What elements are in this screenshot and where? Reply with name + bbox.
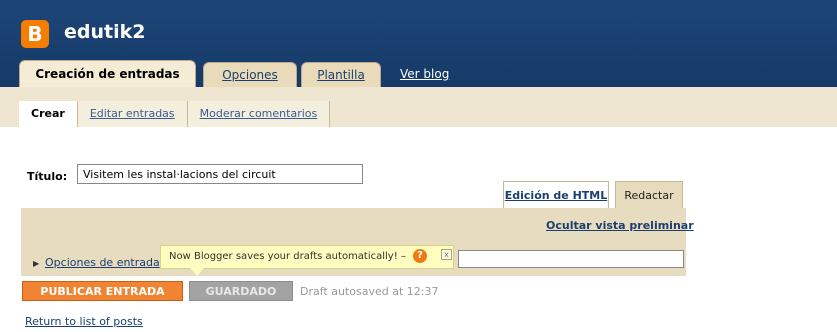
tooltip-text: Now Blogger saves your drafts automatica… [169,251,406,262]
return-to-posts-link[interactable]: Return to list of posts [25,315,143,328]
close-icon[interactable]: x [441,249,452,260]
help-icon[interactable]: ? [413,249,427,263]
post-title-input[interactable] [77,164,363,184]
tab-settings[interactable]: Opciones [203,62,297,88]
tab-template[interactable]: Plantilla [301,62,381,88]
subnav-moderate-comments[interactable]: Moderar comentarios [188,101,331,127]
subnav: Crear Editar entradas Moderar comentario… [19,101,331,127]
autosave-status: Draft autosaved at 12:37 [300,285,439,298]
view-blog-link[interactable]: Ver blog [400,67,449,81]
labels-input[interactable] [458,250,684,268]
blog-name: edutik2 [64,21,146,43]
subnav-edit-posts[interactable]: Editar entradas [78,101,188,127]
publish-button[interactable]: PUBLICAR ENTRADA [22,281,183,301]
tab-posting[interactable]: Creación de entradas [19,60,196,88]
tab-compose[interactable]: Redactar [615,181,683,208]
expand-triangle-icon[interactable]: ▶ [33,259,39,268]
title-label: Título: [27,170,68,183]
tooltip-tail [190,268,204,276]
blogger-logo-icon[interactable]: B [21,20,49,48]
saved-button: GUARDADO [189,281,293,301]
tab-edit-html[interactable]: Edición de HTML [503,181,609,208]
hide-preview-link[interactable]: Ocultar vista preliminar [546,219,694,232]
post-options-link[interactable]: Opciones de entrada [45,256,160,269]
subnav-create[interactable]: Crear [19,101,78,127]
